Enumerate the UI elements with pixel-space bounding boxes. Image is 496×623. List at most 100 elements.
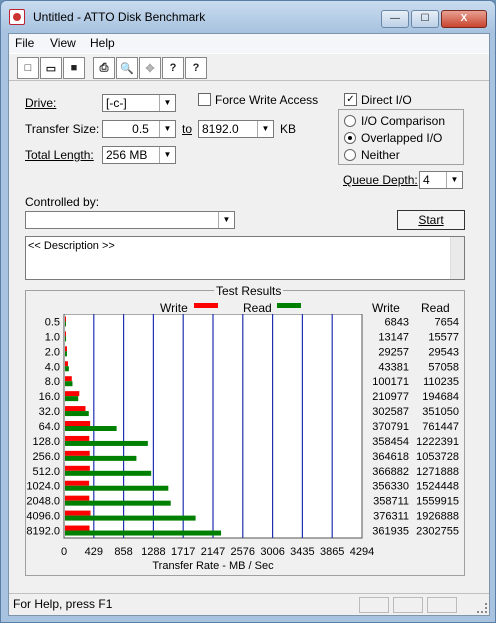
- start-button[interactable]: Start: [397, 210, 465, 230]
- close-button[interactable]: X: [441, 10, 487, 28]
- neither-radio[interactable]: [344, 149, 356, 161]
- read-value-label: 2302755: [416, 526, 459, 538]
- read-bar: [65, 440, 148, 446]
- write-bar: [65, 421, 91, 426]
- write-value-label: 302587: [372, 406, 409, 418]
- legend-read-label: Read: [243, 301, 272, 315]
- read-value-label: 1222391: [416, 436, 459, 448]
- menu-file[interactable]: File: [15, 36, 34, 50]
- menu-help[interactable]: Help: [90, 36, 115, 50]
- force-write-label: Force Write Access: [215, 93, 319, 107]
- x-tick-label: 429: [85, 546, 103, 558]
- chevron-down-icon[interactable]: ▼: [218, 212, 234, 228]
- total-length-select[interactable]: 256 MB ▼: [102, 146, 176, 164]
- description-scrollbar[interactable]: [450, 237, 464, 279]
- write-value-label: 13147: [378, 331, 409, 343]
- transfer-size-unit: KB: [280, 122, 297, 136]
- category-label: 512.0: [32, 466, 60, 478]
- overlapped-io-radio[interactable]: [344, 132, 356, 144]
- chevron-down-icon[interactable]: ▼: [446, 172, 462, 188]
- category-label: 8.0: [45, 376, 60, 388]
- queue-depth-select[interactable]: 4 ▼: [419, 171, 463, 189]
- category-label: 1024.0: [26, 481, 60, 493]
- atto-app-icon: [9, 9, 25, 25]
- x-tick-label: 4294: [350, 546, 374, 558]
- category-label: 2.0: [45, 346, 60, 358]
- direct-io-checkbox[interactable]: ✓: [344, 93, 357, 106]
- status-pane-2: [393, 597, 423, 613]
- write-bar: [65, 361, 68, 367]
- read-value-label: 7654: [435, 316, 459, 328]
- write-value-label: 356330: [372, 481, 409, 493]
- title-bar[interactable]: Untitled - ATTO Disk Benchmark — ☐ X: [1, 1, 495, 33]
- total-length-label: Total Length:: [25, 148, 94, 162]
- write-bar: [65, 465, 90, 471]
- controlled-by-select[interactable]: ▼: [25, 211, 235, 229]
- read-bar: [65, 485, 169, 491]
- write-bar: [65, 480, 90, 486]
- status-pane-1: [359, 597, 389, 613]
- category-label: 64.0: [39, 421, 60, 433]
- write-bar: [65, 495, 90, 501]
- read-bar: [65, 530, 222, 536]
- io-comparison-radio[interactable]: [344, 115, 356, 127]
- write-value-label: 364618: [372, 451, 409, 463]
- maximize-button[interactable]: ☐: [411, 10, 439, 28]
- transfer-size-to-label: to: [182, 122, 193, 136]
- chevron-down-icon[interactable]: ▼: [257, 121, 273, 137]
- move-icon[interactable]: ✥: [139, 57, 161, 79]
- read-value-label: 1053728: [416, 451, 459, 463]
- read-value-label: 15577: [428, 331, 459, 343]
- drive-label: Drive:: [25, 96, 57, 110]
- print-icon[interactable]: ⎙: [93, 57, 115, 79]
- read-bar: [65, 426, 117, 431]
- new-file-icon[interactable]: □: [17, 57, 39, 79]
- read-bar: [65, 515, 196, 521]
- category-label: 32.0: [39, 406, 60, 418]
- menu-view[interactable]: View: [50, 36, 76, 50]
- minimize-button[interactable]: —: [381, 10, 409, 28]
- description-text: << Description >>: [28, 240, 115, 252]
- open-folder-icon[interactable]: ▭: [40, 57, 62, 79]
- write-value-label: 376311: [373, 511, 409, 523]
- transfer-size-to-select[interactable]: 8192.0 ▼: [198, 120, 274, 138]
- write-value-label: 358454: [372, 436, 409, 448]
- x-tick-label: 1717: [171, 546, 195, 558]
- test-results-title: Test Results: [214, 284, 284, 298]
- x-tick-label: 858: [114, 546, 132, 558]
- column-header-write: Write: [372, 301, 400, 315]
- read-bar: [65, 455, 137, 461]
- write-bar: [65, 346, 67, 352]
- write-bar: [65, 525, 90, 531]
- read-value-label: 1926888: [416, 511, 459, 523]
- file-tool-group: □ ▭ ■: [17, 57, 86, 79]
- write-value-label: 361935: [372, 526, 409, 538]
- context-help-icon[interactable]: ?: [185, 57, 207, 79]
- description-textarea[interactable]: << Description >>: [25, 236, 465, 280]
- category-label: 8192.0: [26, 526, 60, 538]
- status-text: For Help, press F1: [13, 597, 113, 611]
- client-area: File View Help □ ▭ ■ ⎙ 🔍 ✥ ? ? Drive: [-…: [8, 33, 490, 616]
- read-value-label: 29543: [428, 346, 459, 358]
- x-tick-label: 0: [61, 546, 67, 558]
- resize-grip[interactable]: [477, 603, 487, 613]
- save-icon[interactable]: ■: [63, 57, 85, 79]
- queue-depth-value: 4: [423, 173, 430, 187]
- write-bar: [65, 376, 72, 382]
- x-tick-label: 3435: [290, 546, 314, 558]
- chevron-down-icon[interactable]: ▼: [159, 95, 175, 111]
- status-bar: For Help, press F1: [9, 593, 489, 615]
- force-write-checkbox[interactable]: [198, 93, 211, 106]
- read-value-label: 110235: [423, 376, 459, 388]
- x-axis-label: Transfer Rate - MB / Sec: [152, 560, 274, 572]
- category-label: 128.0: [32, 436, 60, 448]
- transfer-size-from-select[interactable]: 0.5 ▼: [102, 120, 176, 138]
- x-tick-label: 2147: [201, 546, 225, 558]
- chevron-down-icon[interactable]: ▼: [159, 121, 175, 137]
- chevron-down-icon[interactable]: ▼: [159, 147, 175, 163]
- menu-bar: File View Help: [9, 34, 489, 53]
- print-preview-icon[interactable]: 🔍: [116, 57, 138, 79]
- help-icon[interactable]: ?: [162, 57, 184, 79]
- start-button-label: Start: [418, 213, 444, 227]
- drive-select[interactable]: [-c-] ▼: [102, 94, 176, 112]
